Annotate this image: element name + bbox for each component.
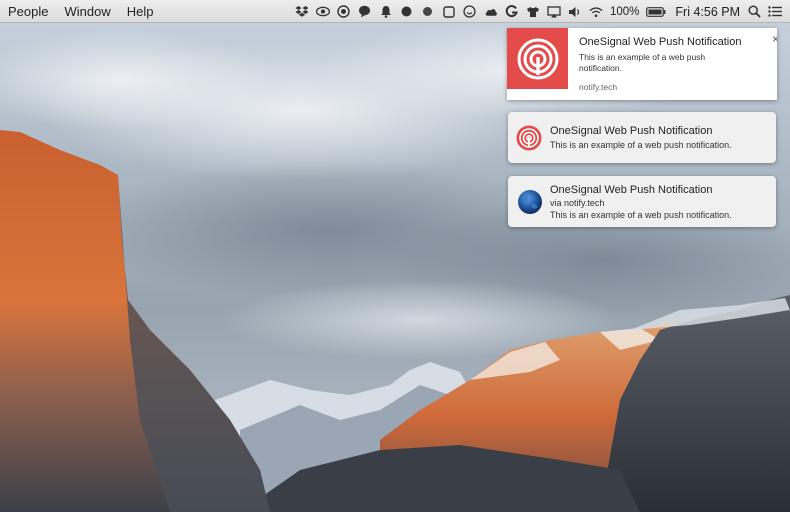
notification-firefox[interactable]: OneSignal Web Push Notification via noti… [508, 176, 776, 227]
menu-help[interactable]: Help [119, 0, 162, 23]
eye-icon[interactable] [315, 5, 330, 19]
dot-icon[interactable] [421, 5, 435, 19]
g-icon[interactable] [505, 5, 519, 19]
notification-title: OneSignal Web Push Notification [550, 125, 713, 137]
search-icon[interactable] [747, 5, 761, 19]
airplay-icon[interactable] [547, 5, 561, 19]
list-icon[interactable] [768, 5, 782, 19]
firefox-globe-icon [517, 189, 543, 215]
notification-body: This is an example of a web push notific… [550, 209, 732, 220]
battery-percent: 100% [609, 5, 640, 18]
notification-body: This is an example of a web push notific… [579, 52, 706, 73]
menu-bar-clock[interactable]: Fri 4:56 PM [675, 5, 740, 19]
circle-icon[interactable] [400, 5, 414, 19]
smiley-icon[interactable] [463, 5, 477, 19]
menu-bar-menus: People Window Help [0, 0, 161, 22]
dropbox-icon[interactable] [295, 5, 309, 19]
notification-chrome[interactable]: OneSignal Web Push Notification This is … [508, 112, 776, 163]
notification-hero-image [507, 28, 568, 89]
notification-content: OneSignal Web Push Notification This is … [568, 28, 777, 100]
battery-icon[interactable] [646, 5, 666, 19]
notification-content: OneSignal Web Push Notification via noti… [550, 184, 732, 220]
record-icon[interactable] [337, 5, 351, 19]
onesignal-icon [516, 125, 542, 151]
menu-people[interactable]: People [0, 0, 56, 23]
notification-origin: notify.tech [579, 82, 618, 92]
onesignal-logo-icon [517, 38, 558, 79]
close-icon[interactable]: × [772, 32, 777, 46]
wifi-icon[interactable] [589, 5, 603, 19]
chat-bubble-icon[interactable] [358, 5, 372, 19]
menu-window[interactable]: Window [56, 0, 118, 23]
volume-icon[interactable] [568, 5, 582, 19]
notification-large[interactable]: OneSignal Web Push Notification This is … [507, 28, 777, 100]
notification-body: This is an example of a web push notific… [550, 140, 732, 150]
tshirt-icon[interactable] [526, 5, 540, 19]
notification-title: OneSignal Web Push Notification [550, 183, 713, 196]
bell-icon[interactable] [379, 5, 393, 19]
cloud-icon[interactable] [484, 5, 498, 19]
menu-bar: People Window Help 100% Fri 4:56 PM [0, 0, 790, 23]
menu-bar-tray: 100% Fri 4:56 PM [295, 0, 782, 23]
notification-via: via notify.tech [550, 197, 605, 208]
notification-title: OneSignal Web Push Notification [579, 36, 742, 48]
notification-content: OneSignal Web Push Notification This is … [550, 125, 732, 150]
square-icon[interactable] [442, 5, 456, 19]
